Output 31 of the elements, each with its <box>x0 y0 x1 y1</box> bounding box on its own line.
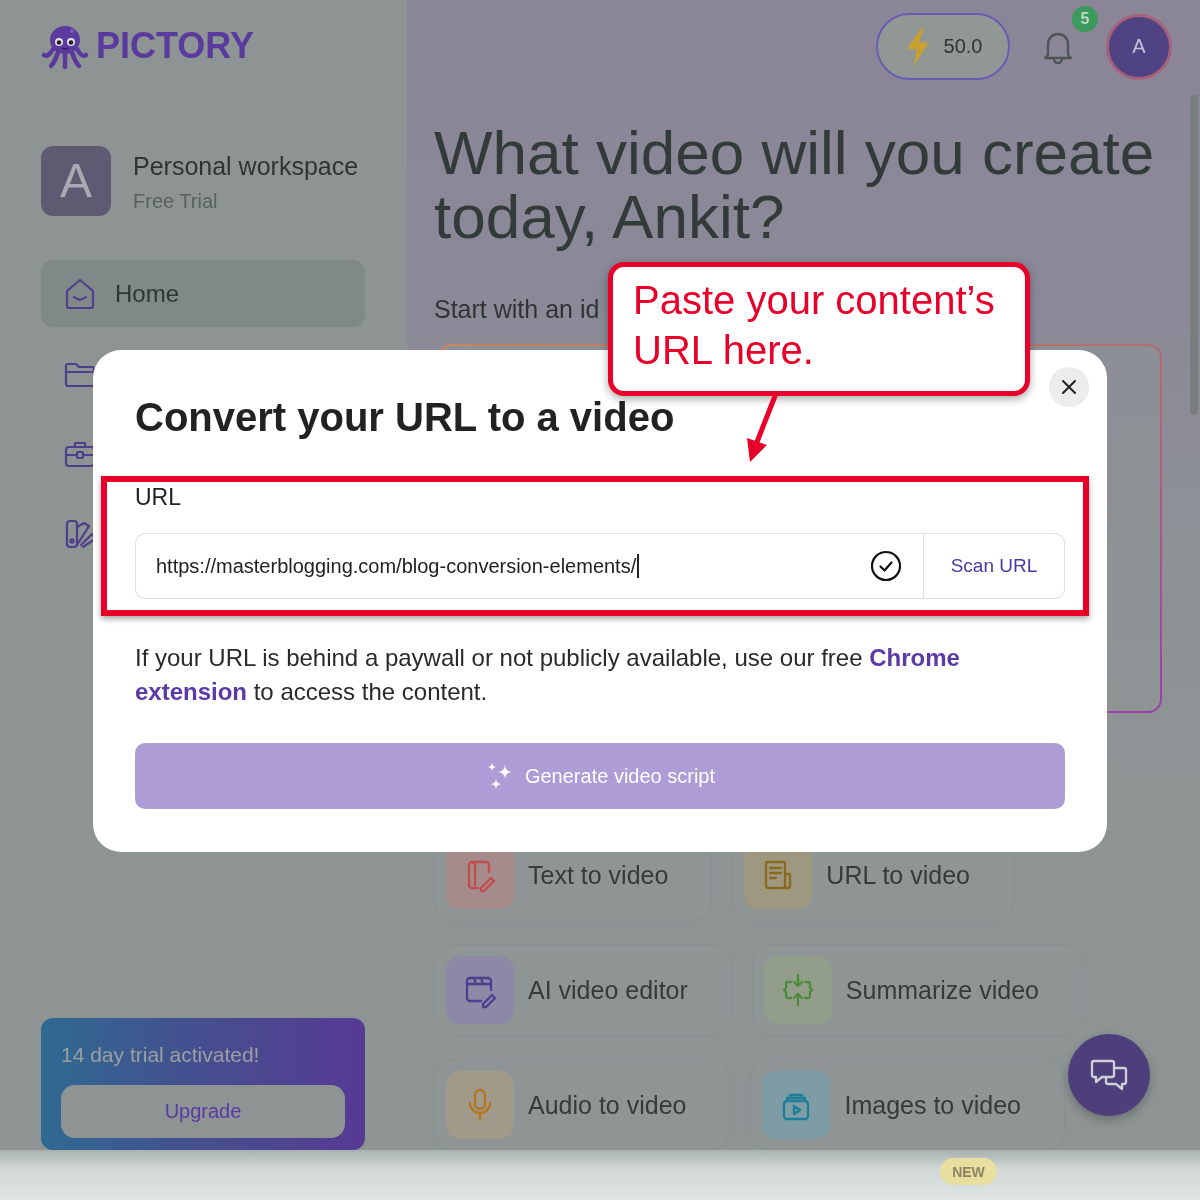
chat-button[interactable] <box>1068 1034 1150 1116</box>
workspace-avatar: A <box>41 146 111 216</box>
notification-count: 5 <box>1072 5 1098 32</box>
microphone-icon <box>446 1071 514 1139</box>
close-icon <box>1061 379 1077 395</box>
clapperboard-pencil-icon <box>446 956 514 1024</box>
scrollbar-thumb[interactable] <box>1190 95 1198 415</box>
close-button[interactable] <box>1049 367 1089 407</box>
tool-card[interactable]: Summarize video <box>751 944 1083 1036</box>
sidebar-item[interactable]: Home <box>41 260 365 327</box>
upgrade-button[interactable]: Upgrade <box>61 1085 345 1138</box>
help-text: If your URL is behind a paywall or not publicly available, use our free Chrome extension to access the content. <box>135 643 961 707</box>
new-tag: NEW <box>940 1158 997 1185</box>
tool-card[interactable]: Images to video <box>750 1059 1065 1151</box>
user-avatar[interactable]: A <box>1106 13 1172 80</box>
page-heading: What video will you create today, Ankit? <box>434 121 1156 249</box>
video-stack-icon <box>762 1071 831 1139</box>
home-icon <box>63 276 97 311</box>
credits-button[interactable]: 50.0 <box>876 13 1010 80</box>
tool-card[interactable]: AI video editor <box>434 944 732 1036</box>
workspace-name: Personal workspace <box>133 151 359 181</box>
brand-name: PICTORY <box>96 26 255 66</box>
callout-text: Paste your content’s URL here. <box>633 277 996 374</box>
compress-arrows-icon <box>763 956 832 1024</box>
section-subheading: Start with an id <box>434 295 600 323</box>
scan-url-button[interactable]: Scan URL <box>923 533 1065 599</box>
modal-title: Convert your URL to a video <box>135 397 675 437</box>
url-input-field[interactable]: https://masterblogging.com/blog-conversion-elements/ <box>135 533 923 599</box>
url-label: URL <box>135 484 181 510</box>
tool-card[interactable]: Audio to video <box>434 1059 731 1151</box>
trial-message: 14 day trial activated! <box>61 1042 261 1068</box>
